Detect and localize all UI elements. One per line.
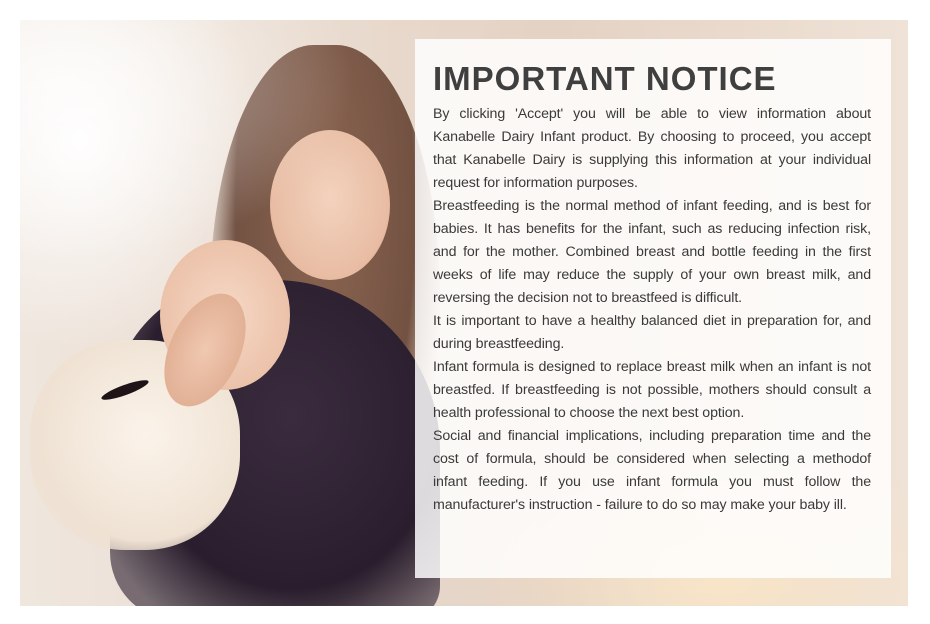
notice-paragraph-breastfeeding: Breastfeeding is the normal method of in… [433, 198, 871, 306]
notice-paragraph-formula: Infant formula is designed to replace br… [433, 359, 871, 421]
notice-paragraph-diet: It is important to have a healthy balanc… [433, 313, 871, 352]
notice-title: IMPORTANT NOTICE [433, 60, 777, 97]
notice-paragraph-accept: By clicking 'Accept' you will be able to… [433, 106, 871, 191]
notice-panel: IMPORTANT NOTICE By clicking 'Accept' yo… [415, 39, 891, 578]
notice-paragraph-implications: Social and financial implications, inclu… [433, 428, 871, 513]
